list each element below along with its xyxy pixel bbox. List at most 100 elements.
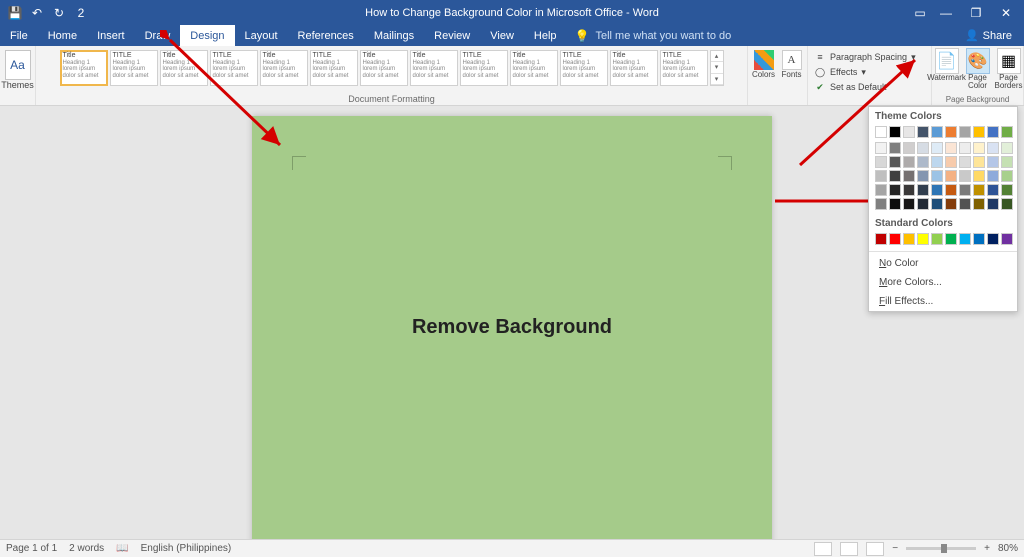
color-swatch[interactable] xyxy=(931,142,943,154)
style-item[interactable]: TITLEHeading 1lorem ipsum dolor sit amet xyxy=(460,50,508,86)
color-swatch[interactable] xyxy=(917,126,929,138)
color-swatch[interactable] xyxy=(1001,156,1013,168)
ribbon-display-icon[interactable]: ▭ xyxy=(910,2,930,24)
color-swatch[interactable] xyxy=(903,170,915,182)
style-item[interactable]: TITLEHeading 1lorem ipsum dolor sit amet xyxy=(560,50,608,86)
color-swatch[interactable] xyxy=(987,233,999,245)
color-swatch[interactable] xyxy=(875,233,887,245)
color-swatch[interactable] xyxy=(959,184,971,196)
zoom-out-icon[interactable]: − xyxy=(892,543,898,554)
color-swatch[interactable] xyxy=(875,170,887,182)
read-mode-icon[interactable] xyxy=(814,542,832,556)
color-swatch[interactable] xyxy=(973,198,985,210)
color-swatch[interactable] xyxy=(917,170,929,182)
zoom-level[interactable]: 80% xyxy=(998,543,1018,554)
style-item[interactable]: TITLEHeading 1lorem ipsum dolor sit amet xyxy=(110,50,158,86)
color-swatch[interactable] xyxy=(987,198,999,210)
status-language[interactable]: English (Philippines) xyxy=(141,543,232,554)
color-swatch[interactable] xyxy=(889,170,901,182)
color-swatch[interactable] xyxy=(973,126,985,138)
color-swatch[interactable] xyxy=(903,184,915,196)
color-swatch[interactable] xyxy=(987,170,999,182)
color-swatch[interactable] xyxy=(987,142,999,154)
color-swatch[interactable] xyxy=(917,142,929,154)
page[interactable]: Remove Background xyxy=(252,116,772,539)
tab-insert[interactable]: Insert xyxy=(87,25,135,46)
color-swatch[interactable] xyxy=(917,156,929,168)
tab-view[interactable]: View xyxy=(480,25,524,46)
color-swatch[interactable] xyxy=(973,184,985,196)
color-swatch[interactable] xyxy=(945,126,957,138)
color-swatch[interactable] xyxy=(1001,126,1013,138)
color-swatch[interactable] xyxy=(973,233,985,245)
tab-mailings[interactable]: Mailings xyxy=(364,25,424,46)
tab-references[interactable]: References xyxy=(288,25,364,46)
style-item[interactable]: TitleHeading 1lorem ipsum dolor sit amet xyxy=(60,50,108,86)
style-item[interactable]: TitleHeading 1lorem ipsum dolor sit amet xyxy=(510,50,558,86)
color-swatch[interactable] xyxy=(931,184,943,196)
color-swatch[interactable] xyxy=(875,184,887,196)
style-item[interactable]: TITLEHeading 1lorem ipsum dolor sit amet xyxy=(660,50,708,86)
color-swatch[interactable] xyxy=(1001,170,1013,182)
maximize-icon[interactable]: ❐ xyxy=(962,2,990,24)
style-item[interactable]: TitleHeading 1lorem ipsum dolor sit amet xyxy=(610,50,658,86)
color-swatch[interactable] xyxy=(931,198,943,210)
color-swatch[interactable] xyxy=(973,142,985,154)
save-icon[interactable]: 💾 xyxy=(6,4,24,22)
color-swatch[interactable] xyxy=(959,126,971,138)
color-swatch[interactable] xyxy=(875,142,887,154)
color-swatch[interactable] xyxy=(931,156,943,168)
tell-me-search[interactable]: 💡 Tell me what you want to do xyxy=(575,25,732,46)
zoom-in-icon[interactable]: + xyxy=(984,543,990,554)
web-layout-icon[interactable] xyxy=(866,542,884,556)
color-swatch[interactable] xyxy=(973,170,985,182)
color-swatch[interactable] xyxy=(1001,184,1013,196)
color-swatch[interactable] xyxy=(931,170,943,182)
style-item[interactable]: TitleHeading 1lorem ipsum dolor sit amet xyxy=(160,50,208,86)
tab-review[interactable]: Review xyxy=(424,25,480,46)
style-item[interactable]: TitleHeading 1lorem ipsum dolor sit amet xyxy=(410,50,458,86)
set-default-button[interactable]: ✔Set as Default xyxy=(812,80,927,94)
watermark-button[interactable]: 📄 Watermark xyxy=(932,48,962,90)
paragraph-spacing-button[interactable]: ≡Paragraph Spacing ▾ xyxy=(812,50,927,64)
fill-effects-item[interactable]: Fill Effects... xyxy=(869,292,1017,311)
color-swatch[interactable] xyxy=(903,198,915,210)
color-swatch[interactable] xyxy=(931,126,943,138)
tab-help[interactable]: Help xyxy=(524,25,567,46)
color-swatch[interactable] xyxy=(889,184,901,196)
undo-icon[interactable]: ↶ xyxy=(28,4,46,22)
color-swatch[interactable] xyxy=(903,156,915,168)
more-colors-item[interactable]: More Colors... xyxy=(869,273,1017,292)
color-swatch[interactable] xyxy=(903,142,915,154)
color-swatch[interactable] xyxy=(945,142,957,154)
color-swatch[interactable] xyxy=(875,126,887,138)
color-swatch[interactable] xyxy=(917,198,929,210)
style-gallery[interactable]: TitleHeading 1lorem ipsum dolor sit amet… xyxy=(60,48,724,88)
style-item[interactable]: TitleHeading 1lorem ipsum dolor sit amet xyxy=(260,50,308,86)
color-swatch[interactable] xyxy=(875,156,887,168)
color-swatch[interactable] xyxy=(945,184,957,196)
color-swatch[interactable] xyxy=(917,184,929,196)
color-swatch[interactable] xyxy=(945,156,957,168)
color-swatch[interactable] xyxy=(875,198,887,210)
close-icon[interactable]: ✕ xyxy=(992,2,1020,24)
share-button[interactable]: 👤 Share xyxy=(953,25,1024,46)
color-swatch[interactable] xyxy=(931,233,943,245)
print-layout-icon[interactable] xyxy=(840,542,858,556)
color-swatch[interactable] xyxy=(959,198,971,210)
fonts-button[interactable]: A Fonts xyxy=(779,50,805,79)
tab-home[interactable]: Home xyxy=(38,25,87,46)
page-color-button[interactable]: 🎨 Page Color xyxy=(963,48,993,90)
color-swatch[interactable] xyxy=(889,233,901,245)
tab-layout[interactable]: Layout xyxy=(235,25,288,46)
color-swatch[interactable] xyxy=(959,142,971,154)
color-swatch[interactable] xyxy=(889,142,901,154)
color-swatch[interactable] xyxy=(945,198,957,210)
effects-button[interactable]: ◯Effects ▾ xyxy=(812,65,927,79)
color-swatch[interactable] xyxy=(987,184,999,196)
tab-design[interactable]: Design xyxy=(180,25,234,46)
tab-file[interactable]: File xyxy=(0,25,38,46)
redo-icon[interactable]: ↻ xyxy=(50,4,68,22)
style-item[interactable]: TitleHeading 1lorem ipsum dolor sit amet xyxy=(360,50,408,86)
color-swatch[interactable] xyxy=(987,126,999,138)
